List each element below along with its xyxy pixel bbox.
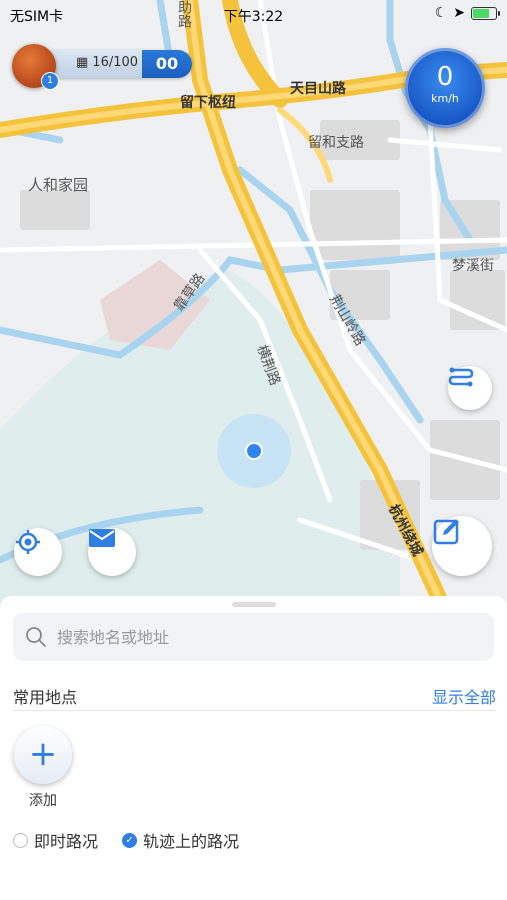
common-places-title: 常用地点 (13, 688, 78, 707)
search-bar[interactable] (13, 613, 494, 661)
add-place-label: 添加 (29, 793, 57, 809)
option-track[interactable]: ✓ 轨迹上的路况 (122, 828, 239, 852)
crosshair-icon (16, 530, 40, 554)
battery-icon (471, 6, 500, 20)
map-label-renhe: 人和家园 (28, 176, 89, 194)
status-icons: ☾ ➤ (434, 5, 500, 21)
locate-button[interactable] (14, 528, 62, 576)
level-badge: 1 (41, 72, 59, 90)
status-time: 下午3:22 (223, 9, 284, 25)
plus-icon: + (28, 734, 58, 774)
capacity-bar: ▦ 16/100 00 (42, 50, 192, 78)
route-icon (448, 367, 474, 387)
score-value: 00 (142, 50, 192, 78)
show-all-link[interactable]: 显示全部 (432, 684, 496, 708)
capacity-display: ▦ 16/100 (76, 55, 138, 70)
moon-icon: ☾ (434, 5, 448, 21)
mail-icon (89, 529, 115, 547)
search-input[interactable] (55, 626, 459, 648)
status-bar: 无SIM卡 下午3:22 ☾ ➤ (0, 0, 507, 28)
speed-unit: km/h (431, 92, 459, 105)
player-status[interactable]: ▦ 16/100 00 1 (12, 44, 197, 90)
location-arrow-icon: ➤ (453, 5, 465, 21)
capacity-icon: ▦ (76, 55, 89, 70)
common-places-header: 常用地点 显示全部 (13, 682, 496, 711)
speedometer: 0 km/h (405, 48, 485, 128)
edit-button[interactable] (432, 516, 492, 576)
option-track-label: 轨迹上的路况 (143, 832, 240, 851)
add-place-button[interactable]: + (14, 726, 72, 784)
option-realtime-label: 即时路况 (34, 832, 99, 851)
map-label-mengxi: 梦溪街 (452, 258, 494, 274)
battery-fill (473, 8, 489, 18)
map-label-liuhezhi: 留和支路 (308, 135, 364, 151)
radio-realtime[interactable] (13, 832, 28, 848)
radio-track[interactable]: ✓ (122, 832, 138, 848)
edit-icon (433, 519, 459, 545)
map-label-liuxia: 留下枢纽 (180, 95, 236, 111)
capacity-value: 16/100 (92, 55, 139, 70)
route-button[interactable] (448, 366, 492, 410)
map-label-tianmu: 天目山路 (290, 81, 346, 97)
option-realtime[interactable]: 即时路况 (13, 828, 98, 852)
basketball-avatar[interactable]: 1 (12, 44, 59, 90)
message-button[interactable] (88, 528, 136, 576)
bottom-sheet: 常用地点 显示全部 + 添加 即时路况 ✓ 轨迹上的路况 (0, 596, 507, 900)
search-icon (26, 627, 46, 647)
speed-value: 0 (436, 62, 454, 92)
map-view[interactable]: 留下枢纽 天目山路 留和支路 人和家园 梦溪街 荆山岭路 横荆路 杭州绕城 助路… (0, 0, 507, 610)
traffic-options: 即时路况 ✓ 轨迹上的路况 (13, 828, 239, 852)
sheet-handle[interactable] (232, 602, 276, 607)
